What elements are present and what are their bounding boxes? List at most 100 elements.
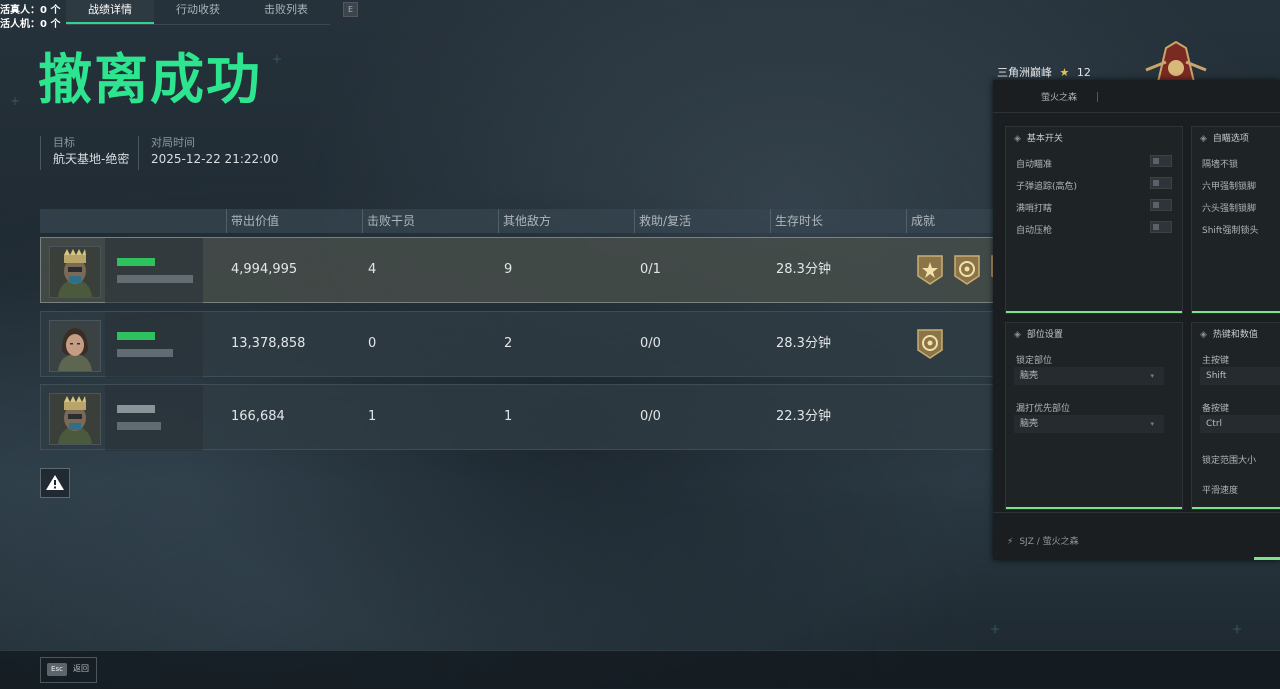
time-value: 2025-12-22 21:22:00 <box>151 152 279 166</box>
auto-recoil-toggle[interactable] <box>1150 221 1172 233</box>
cell-other: 2 <box>504 336 513 351</box>
full-sentry-toggle[interactable] <box>1150 199 1172 211</box>
priority-part-label: 漏打优先部位 <box>1016 404 1071 414</box>
rank-info: 三角洲巅峰 ★ 12 <box>997 64 1091 80</box>
meta-time: 对局时间 2025-12-22 21:22:00 <box>138 136 278 170</box>
section-dot-icon: ◈ <box>1200 134 1207 144</box>
panel-tab-firefly[interactable]: 萤火之森 <box>1041 90 1077 103</box>
lock-part-label: 锁定部位 <box>1016 356 1053 366</box>
cell-other: 9 <box>504 262 513 277</box>
esc-key: Esc <box>47 663 67 676</box>
table-row[interactable]: 4,994,995 4 9 0/1 28.3分钟 <box>40 237 1017 304</box>
backup-key-label: 备按键 <box>1202 404 1230 414</box>
aim-options-section: ◈ 自瞄选项 隔墙不锁 六甲强制锁脚 六头强制锁脚 Shift强制锁头 <box>1191 126 1280 314</box>
target-label: 目标 <box>53 136 75 149</box>
priority-part-value: 脑壳 <box>1020 419 1039 429</box>
tab-switch-key: E <box>343 2 358 17</box>
option-label[interactable]: 隔墙不锁 <box>1202 157 1238 170</box>
table-row[interactable]: 166,684 1 1 0/0 22.3分钟 <box>40 384 1000 451</box>
bot-count: 活人机：0 个 <box>0 19 61 30</box>
rank-name: 三角洲巅峰 <box>997 66 1052 79</box>
section-dot-icon: ◈ <box>1014 134 1021 144</box>
cell-kills: 4 <box>368 262 377 277</box>
backup-key-select[interactable]: Ctrl <box>1200 415 1280 433</box>
real-player-count: 活真人：0 个 <box>0 5 61 16</box>
achievement-medal-icon <box>917 255 943 285</box>
achievement-medal-icon <box>917 329 943 359</box>
option-label: 子弹追踪(高危) <box>1016 182 1078 192</box>
warning-icon <box>46 475 64 490</box>
header-survival: 生存时长 <box>770 209 823 233</box>
avatar <box>49 393 101 445</box>
chevron-down-icon: ▾ <box>1150 420 1154 428</box>
chevron-down-icon: ▾ <box>1150 372 1154 380</box>
auto-aim-toggle[interactable] <box>1150 155 1172 167</box>
player-name-masked <box>105 238 203 304</box>
section-dot-icon: ◈ <box>1200 330 1207 340</box>
achievement-medal-icon <box>954 255 980 285</box>
lock-part-value: 脑壳 <box>1020 371 1039 381</box>
table-row[interactable]: 13,378,858 0 2 0/0 28.3分钟 <box>40 311 1000 378</box>
body-part-section: ◈ 部位设置 锁定部位 脑壳 ▾ 漏打优先部位 脑壳 ▾ <box>1005 322 1183 510</box>
tab-bar: 战绩详情 行动收获 击败列表 <box>66 0 330 25</box>
rank-emblem-icon <box>1145 40 1207 82</box>
table-header: 带出价值 击败干员 其他敌方 救助/复活 生存时长 成就 <box>40 209 1000 233</box>
main-key-select[interactable]: Shift <box>1200 367 1280 385</box>
lock-part-select[interactable]: 脑壳 ▾ <box>1014 367 1164 385</box>
header-rescue: 救助/复活 <box>634 209 691 233</box>
cell-kills: 0 <box>368 336 377 351</box>
priority-part-select[interactable]: 脑壳 ▾ <box>1014 415 1164 433</box>
header-value: 带出价值 <box>226 209 279 233</box>
star-icon: ★ <box>1059 66 1070 79</box>
range-label: 锁定范围大小 <box>1202 456 1257 466</box>
header-kills: 击败干员 <box>362 209 415 233</box>
cell-kills: 1 <box>368 409 377 424</box>
tab-kill-list[interactable]: 击败列表 <box>242 0 330 24</box>
option-label[interactable]: 六甲强制锁脚 <box>1202 179 1256 192</box>
bullet-tracking-toggle[interactable] <box>1150 177 1172 189</box>
main-key-value: Shift <box>1206 371 1227 381</box>
overlay-menu-panel: 萤火之森 ◈ 基本开关 自动瞄准 子弹追踪(高危) 满哨打瞎 自动压枪 ◈ 自瞄选项… <box>993 80 1280 560</box>
header-achievements: 成就 <box>906 209 935 233</box>
cell-value: 13,378,858 <box>231 336 306 351</box>
basic-switches-section: ◈ 基本开关 自动瞄准 子弹追踪(高危) 满哨打瞎 自动压枪 <box>1005 126 1183 314</box>
panel-footer: ⚡ SJZ / 萤火之森 <box>1007 534 1079 547</box>
section-title: 基本开关 <box>1026 134 1063 144</box>
cell-rescue: 0/1 <box>640 262 661 277</box>
player-name-masked <box>105 385 203 451</box>
tab-action-gains[interactable]: 行动收获 <box>154 0 242 24</box>
option-label[interactable]: 六头强制锁脚 <box>1202 201 1256 214</box>
time-label: 对局时间 <box>151 136 195 149</box>
section-title: 部位设置 <box>1026 330 1063 340</box>
page-title: 撤离成功 <box>38 48 262 111</box>
option-label: 自动瞄准 <box>1016 160 1053 170</box>
bottom-bar <box>0 650 1280 689</box>
section-title: 热键和数值 <box>1212 330 1258 340</box>
cell-survival: 22.3分钟 <box>776 409 831 424</box>
cell-survival: 28.3分钟 <box>776 336 831 351</box>
cell-rescue: 0/0 <box>640 336 661 351</box>
crosshair-mark: + <box>990 622 1001 636</box>
cell-other: 1 <box>504 409 513 424</box>
section-dot-icon: ◈ <box>1014 330 1021 340</box>
tab-battle-details[interactable]: 战绩详情 <box>66 0 154 24</box>
crosshair-mark: + <box>1232 622 1243 636</box>
panel-footer-label: SJZ / 萤火之森 <box>1019 537 1079 547</box>
cell-value: 4,994,995 <box>231 262 298 277</box>
meta-target: 目标 航天基地-绝密 <box>40 136 129 170</box>
cell-value: 166,684 <box>231 409 285 424</box>
crosshair-mark: + <box>10 94 21 108</box>
cell-survival: 28.3分钟 <box>776 262 831 277</box>
section-title: 自瞄选项 <box>1212 134 1249 144</box>
smooth-label: 平滑速度 <box>1202 486 1239 496</box>
back-button[interactable]: Esc 返回 <box>40 657 97 683</box>
bolt-icon: ⚡ <box>1007 537 1014 547</box>
alive-counts: 活真人：0 个 活人机：0 个 <box>0 4 60 32</box>
report-button[interactable] <box>40 468 70 498</box>
option-label: 满哨打瞎 <box>1016 204 1053 214</box>
avatar <box>49 246 101 298</box>
option-label[interactable]: Shift强制锁头 <box>1202 223 1258 236</box>
option-label: 自动压枪 <box>1016 226 1053 236</box>
target-value: 航天基地-绝密 <box>53 152 130 166</box>
crosshair-mark: + <box>272 52 283 66</box>
